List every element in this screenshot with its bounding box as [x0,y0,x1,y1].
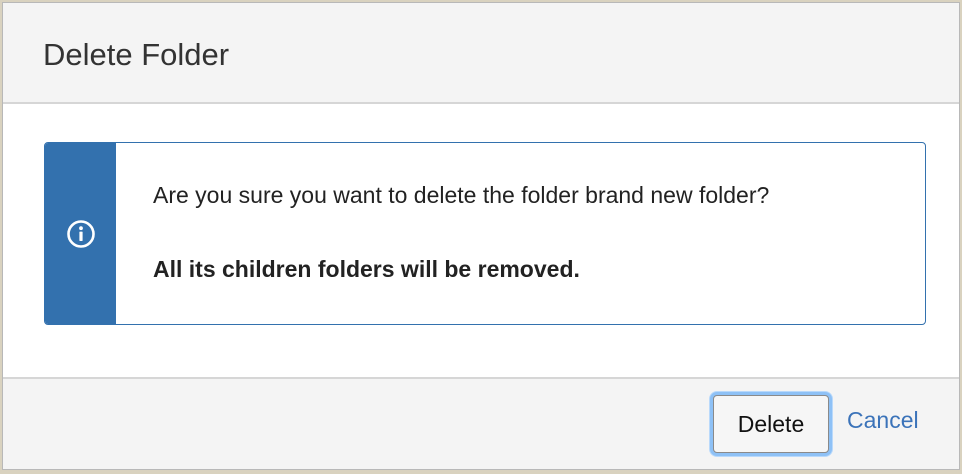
alert-warning: All its children folders will be removed… [153,256,580,282]
dialog-footer: Delete Cancel [3,377,959,469]
alert-message: Are you sure you want to delete the fold… [153,182,770,208]
cancel-link[interactable]: Cancel [847,407,919,434]
dialog-title: Delete Folder [43,36,230,72]
delete-folder-dialog: Delete Folder Are you sure you want to d… [2,2,960,470]
dialog-header: Delete Folder [3,3,959,104]
dialog-body: Are you sure you want to delete the fold… [3,104,959,377]
alert-icon-bar [45,143,116,324]
info-icon [66,219,96,249]
info-alert: Are you sure you want to delete the fold… [44,142,926,325]
alert-content: Are you sure you want to delete the fold… [116,143,769,324]
delete-button[interactable]: Delete [713,395,829,453]
